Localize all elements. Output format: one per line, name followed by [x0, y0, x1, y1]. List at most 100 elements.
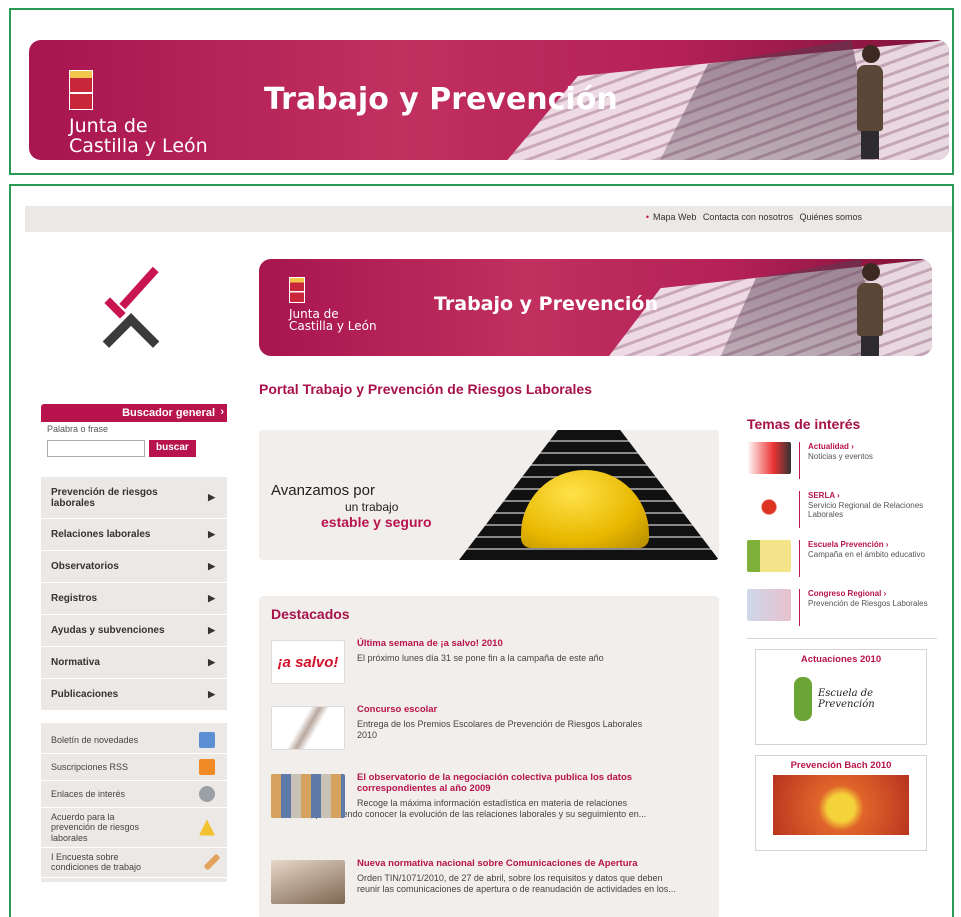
cactus-icon	[794, 677, 812, 721]
link-about[interactable]: Quiénes somos	[799, 212, 862, 222]
newsletter-icon	[199, 732, 215, 748]
link-newsletter[interactable]: Boletín de novedades	[41, 727, 227, 754]
promo-line3: estable y seguro	[321, 514, 432, 530]
logo-line1: Junta de	[69, 114, 148, 137]
arrow-right-icon: ›	[881, 589, 887, 598]
bullet-icon: •	[645, 212, 650, 222]
escuela-prevencion-image: Escuela de Prevención	[760, 669, 922, 729]
topic-image	[747, 589, 791, 621]
topic-image	[747, 491, 791, 523]
arrow-right-icon: ▶	[208, 625, 215, 635]
news-headline[interactable]: El observatorio de la negociación colect…	[357, 772, 657, 794]
news-description: Orden TIN/1071/2010, de 27 de abril, sob…	[357, 873, 676, 895]
news-item[interactable]: Concurso escolar Entrega de los Premios …	[271, 704, 711, 750]
link-agreement[interactable]: Acuerdo para la prevención de riesgos la…	[41, 808, 227, 849]
arrow-right-icon: ▶	[208, 657, 215, 667]
coat-of-arms-icon	[69, 70, 93, 110]
menu-item-publicaciones[interactable]: Publicaciones ▶	[41, 679, 227, 711]
logo-line2: Castilla y León	[289, 319, 377, 334]
news-thumb: ¡a salvo!	[271, 640, 345, 684]
coat-of-arms-icon	[289, 277, 305, 303]
arrow-right-icon: ▶	[208, 529, 215, 539]
arrow-right-icon: ▶	[208, 593, 215, 603]
portal-logo-icon[interactable]	[96, 264, 166, 348]
topic-head[interactable]: Congreso Regional	[808, 589, 881, 598]
banner-title: Trabajo y Prevención	[434, 293, 659, 315]
quick-links: Boletín de novedades Suscripciones RSS E…	[41, 723, 227, 882]
news-headline[interactable]: Nueva normativa nacional sobre Comunicac…	[357, 858, 711, 869]
box-caption: Escuela de Prevención	[818, 688, 875, 710]
news-description: El próximo lunes día 31 se pone fin a la…	[357, 653, 604, 663]
featured-title: Destacados	[271, 606, 350, 622]
box-title: Prevención Bach 2010	[790, 760, 892, 771]
menu-item-label: Normativa	[51, 657, 100, 668]
menu-item-relaciones[interactable]: Relaciones laborales ▶	[41, 519, 227, 551]
topic-image	[747, 442, 791, 474]
link-rss[interactable]: Suscripciones RSS	[41, 754, 227, 781]
news-item[interactable]: Nueva normativa nacional sobre Comunicac…	[271, 858, 711, 904]
topic-image	[747, 540, 791, 572]
link-site-map[interactable]: Mapa Web	[653, 212, 696, 222]
arrow-right-icon: ›	[848, 442, 854, 451]
topic-serla[interactable]: SERLA › Servicio Regional de Relaciones L…	[747, 491, 937, 528]
menu-item-ayudas[interactable]: Ayudas y subvenciones ▶	[41, 615, 227, 647]
link-interest[interactable]: Enlaces de interés	[41, 781, 227, 808]
top-links-bar: • Mapa Web Contacta con nosotros Quiénes …	[25, 206, 952, 232]
general-search: Buscador general Palabra o frase buscar	[41, 404, 227, 457]
featured-section: Destacados ¡a salvo! Última semana de ¡a…	[259, 596, 719, 917]
pen-icon	[203, 853, 221, 871]
topic-head[interactable]: Actualidad	[808, 442, 849, 451]
topics-title: Temas de interés	[747, 416, 861, 432]
menu-item-prevencion[interactable]: Prevención de riesgos laborales ▶	[41, 477, 227, 519]
menu-item-label: Publicaciones	[51, 689, 119, 700]
actuaciones-box[interactable]: Actuaciones 2010 Escuela de Prevención	[755, 649, 927, 745]
menu-item-label: Ayudas y subvenciones	[51, 625, 165, 636]
search-input[interactable]	[47, 440, 145, 457]
portal-page-frame: • Mapa Web Contacta con nosotros Quiénes …	[9, 184, 954, 917]
topic-escuela[interactable]: Escuela Prevención › Campaña en el ámbito…	[747, 540, 937, 577]
topic-actualidad[interactable]: Actualidad › Noticias y eventos	[747, 442, 937, 479]
news-item[interactable]: ¡a salvo! Última semana de ¡a salvo! 201…	[271, 638, 711, 684]
menu-item-label: Registros	[51, 593, 98, 604]
search-header: Buscador general	[41, 404, 227, 422]
left-sidebar: Buscador general Palabra o frase buscar …	[41, 234, 227, 882]
links-icon	[199, 786, 215, 802]
banner-title: Trabajo y Prevención	[264, 82, 618, 117]
menu-item-label: Relaciones laborales	[51, 529, 151, 540]
promo-banner[interactable]: Avanzamos por un trabajo estable y segur…	[259, 430, 719, 560]
news-headline[interactable]: Concurso escolar	[357, 704, 711, 715]
search-label: Palabra o frase	[47, 424, 109, 434]
menu-item-label: Observatorios	[51, 561, 119, 572]
news-thumb	[271, 860, 345, 904]
menu-item-label: Prevención de riesgos laborales	[51, 486, 158, 509]
header-banner: Junta de Castilla y León Trabajo y Preve…	[29, 40, 949, 160]
header-banner-frame: Junta de Castilla y León Trabajo y Preve…	[9, 8, 954, 175]
page-title: Portal Trabajo y Prevención de Riesgos L…	[259, 381, 593, 397]
junta-logo[interactable]: Junta de Castilla y León	[289, 277, 377, 333]
menu-item-observatorios[interactable]: Observatorios ▶	[41, 551, 227, 583]
news-item[interactable]: El observatorio de la negociación colect…	[271, 772, 711, 821]
junta-logo: Junta de Castilla y León	[69, 70, 208, 157]
topic-congreso[interactable]: Congreso Regional › Prevención de Riesgos…	[747, 589, 937, 626]
topic-head[interactable]: SERLA	[808, 491, 835, 500]
arrow-right-icon: ▶	[208, 561, 215, 571]
arrow-right-icon: ›	[834, 491, 840, 500]
news-headline[interactable]: Última semana de ¡a salvo! 2010	[357, 638, 711, 649]
link-survey[interactable]: I Encuesta sobre condiciones de trabajo	[41, 848, 227, 878]
link-contact[interactable]: Contacta con nosotros	[703, 212, 793, 222]
promo-line1: Avanzamos por	[271, 482, 375, 499]
arrow-right-icon: ›	[883, 540, 889, 549]
logo-line2: Castilla y León	[69, 134, 208, 157]
menu-item-registros[interactable]: Registros ▶	[41, 583, 227, 615]
topic-head[interactable]: Escuela Prevención	[808, 540, 884, 549]
main-menu: Prevención de riesgos laborales ▶ Relacio…	[41, 477, 227, 711]
news-thumb	[271, 774, 345, 818]
menu-item-normativa[interactable]: Normativa ▶	[41, 647, 227, 679]
search-button[interactable]: buscar	[149, 440, 196, 457]
bach-box[interactable]: Prevención Bach 2010	[755, 755, 927, 851]
stair-climber-image	[856, 44, 885, 159]
promo-line2: un trabajo	[345, 500, 399, 514]
topics-of-interest: Temas de interés Actualidad › Noticias y …	[747, 416, 937, 861]
box-title: Actuaciones 2010	[800, 654, 882, 665]
rss-icon	[199, 759, 215, 775]
